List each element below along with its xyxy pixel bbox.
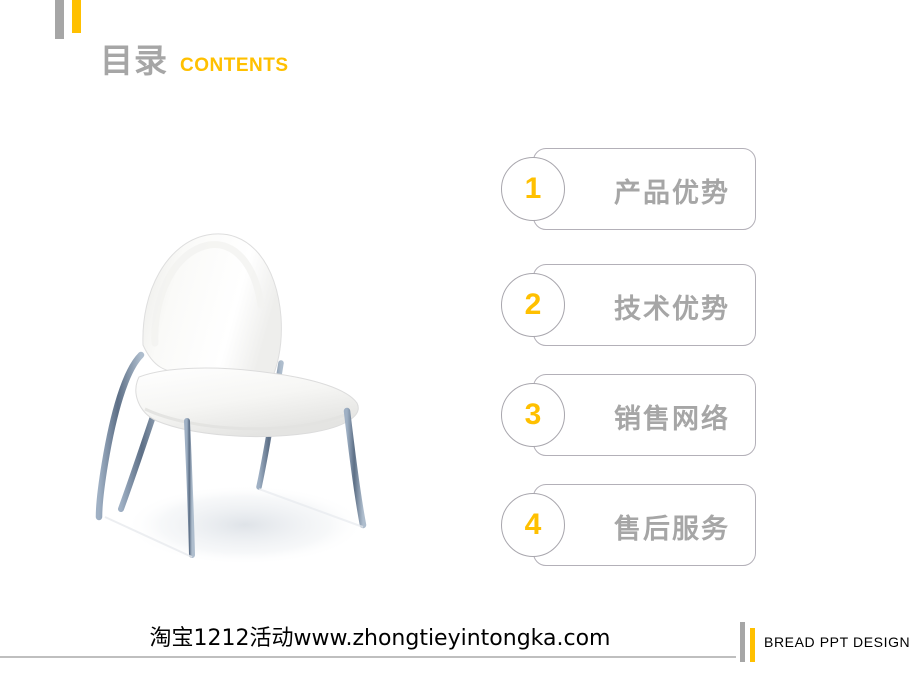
contents-item-1-box[interactable]: 产品优势	[533, 148, 756, 230]
contents-item-4-number: 4	[524, 508, 542, 541]
contents-item-1-label: 产品优势	[614, 177, 730, 209]
contents-item-4-label: 售后服务	[614, 513, 730, 545]
contents-item-4-badge[interactable]: 4	[501, 493, 565, 557]
contents-item-4-box[interactable]: 售后服务	[533, 484, 756, 566]
contents-item-3-box[interactable]: 销售网络	[533, 374, 756, 456]
contents-item-4[interactable]: 售后服务 4	[501, 484, 758, 568]
slide-canvas: 目录 CONTENTS 产品优势 1 技术优势 2 销售网络 3 售后服务 4 …	[0, 0, 920, 690]
footer-gray-accent-bar	[740, 622, 745, 662]
contents-item-2-badge[interactable]: 2	[501, 273, 565, 337]
contents-item-1-badge[interactable]: 1	[501, 157, 565, 221]
contents-item-3-badge[interactable]: 3	[501, 383, 565, 447]
footer-brand: BREAD PPT DESIGN	[764, 634, 911, 650]
contents-item-2[interactable]: 技术优势 2	[501, 264, 758, 348]
footer-yellow-accent-bar	[750, 628, 755, 662]
contents-item-2-number: 2	[524, 288, 542, 321]
contents-item-3-number: 3	[524, 398, 542, 431]
footer-caption: 淘宝1212活动www.zhongtieyintongka.com	[149, 626, 611, 651]
footer-divider	[0, 656, 736, 658]
contents-item-2-box[interactable]: 技术优势	[533, 264, 756, 346]
contents-list: 产品优势 1 技术优势 2 销售网络 3 售后服务 4	[0, 0, 920, 690]
contents-item-1-number: 1	[524, 172, 542, 205]
contents-item-1[interactable]: 产品优势 1	[501, 148, 758, 232]
contents-item-3-label: 销售网络	[614, 403, 730, 435]
contents-item-2-label: 技术优势	[614, 293, 730, 325]
contents-item-3[interactable]: 销售网络 3	[501, 374, 758, 458]
